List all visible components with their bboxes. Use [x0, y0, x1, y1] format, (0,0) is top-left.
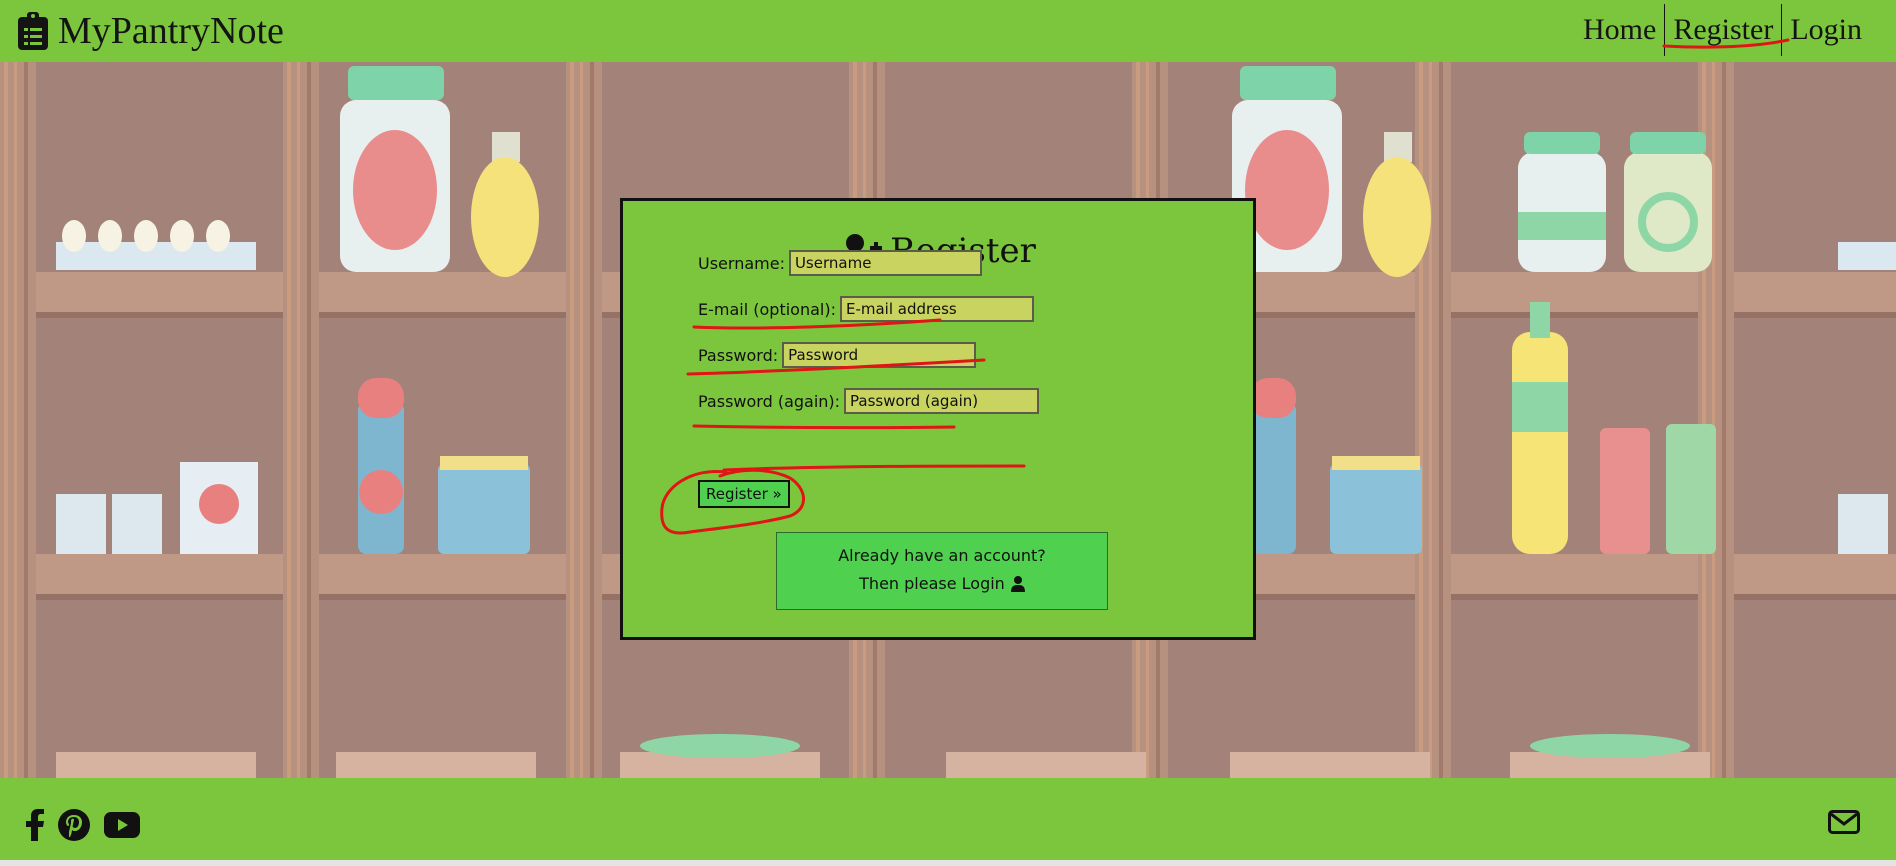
main-nav: Home Register Login — [1575, 4, 1870, 56]
soda-bottle — [1512, 302, 1568, 554]
password-label: Password: — [698, 345, 779, 365]
top-navbar: MyPantryNote Home Register Login — [0, 0, 1896, 62]
email-input[interactable] — [839, 296, 1034, 322]
email-row: E-mail (optional): — [698, 296, 1034, 322]
username-input[interactable] — [788, 250, 982, 276]
username-row: Username: — [698, 250, 982, 276]
password-again-input[interactable] — [844, 388, 1040, 414]
envelope-icon[interactable] — [1828, 810, 1860, 834]
facebook-icon[interactable] — [26, 809, 44, 841]
login-prompt-line2: Then please Login — [859, 574, 1005, 593]
spray-can-right — [1250, 378, 1296, 554]
bottom-edge — [0, 860, 1896, 866]
register-card: Register Username: E-mail (optional): Pa… — [620, 198, 1256, 640]
tin-can-right — [1330, 456, 1422, 554]
footer — [0, 778, 1896, 860]
brand-name: MyPantryNote — [58, 10, 284, 52]
nav-home-link[interactable]: Home — [1575, 8, 1664, 52]
brand-link[interactable]: MyPantryNote — [18, 6, 284, 56]
password-input[interactable] — [782, 342, 977, 368]
spray-can-left — [358, 378, 404, 554]
login-prompt-link[interactable]: Then please Login — [777, 570, 1107, 598]
username-label: Username: — [698, 253, 785, 273]
social-links — [26, 809, 140, 841]
clipboard-icon — [18, 12, 48, 50]
jar-tomatoes-left — [340, 66, 450, 272]
nav-register-link[interactable]: Register — [1665, 8, 1781, 52]
pinterest-icon[interactable] — [58, 809, 90, 841]
email-label: E-mail (optional): — [698, 299, 836, 319]
youtube-icon[interactable] — [104, 812, 140, 838]
login-prompt-line1: Already have an account? — [838, 546, 1046, 565]
register-submit-button[interactable]: Register » — [698, 480, 790, 508]
password-row: Password: — [698, 342, 977, 368]
tin-can-left — [438, 456, 530, 554]
user-icon — [1010, 576, 1025, 592]
password-again-label: Password (again): — [698, 391, 841, 411]
yogurt-cups-right — [1838, 494, 1888, 554]
password-again-row: Password (again): — [698, 388, 1040, 414]
egg-carton-right — [1838, 242, 1896, 270]
login-prompt-box[interactable]: Already have an account? Then please Log… — [776, 532, 1108, 610]
nav-login-link[interactable]: Login — [1782, 8, 1870, 52]
